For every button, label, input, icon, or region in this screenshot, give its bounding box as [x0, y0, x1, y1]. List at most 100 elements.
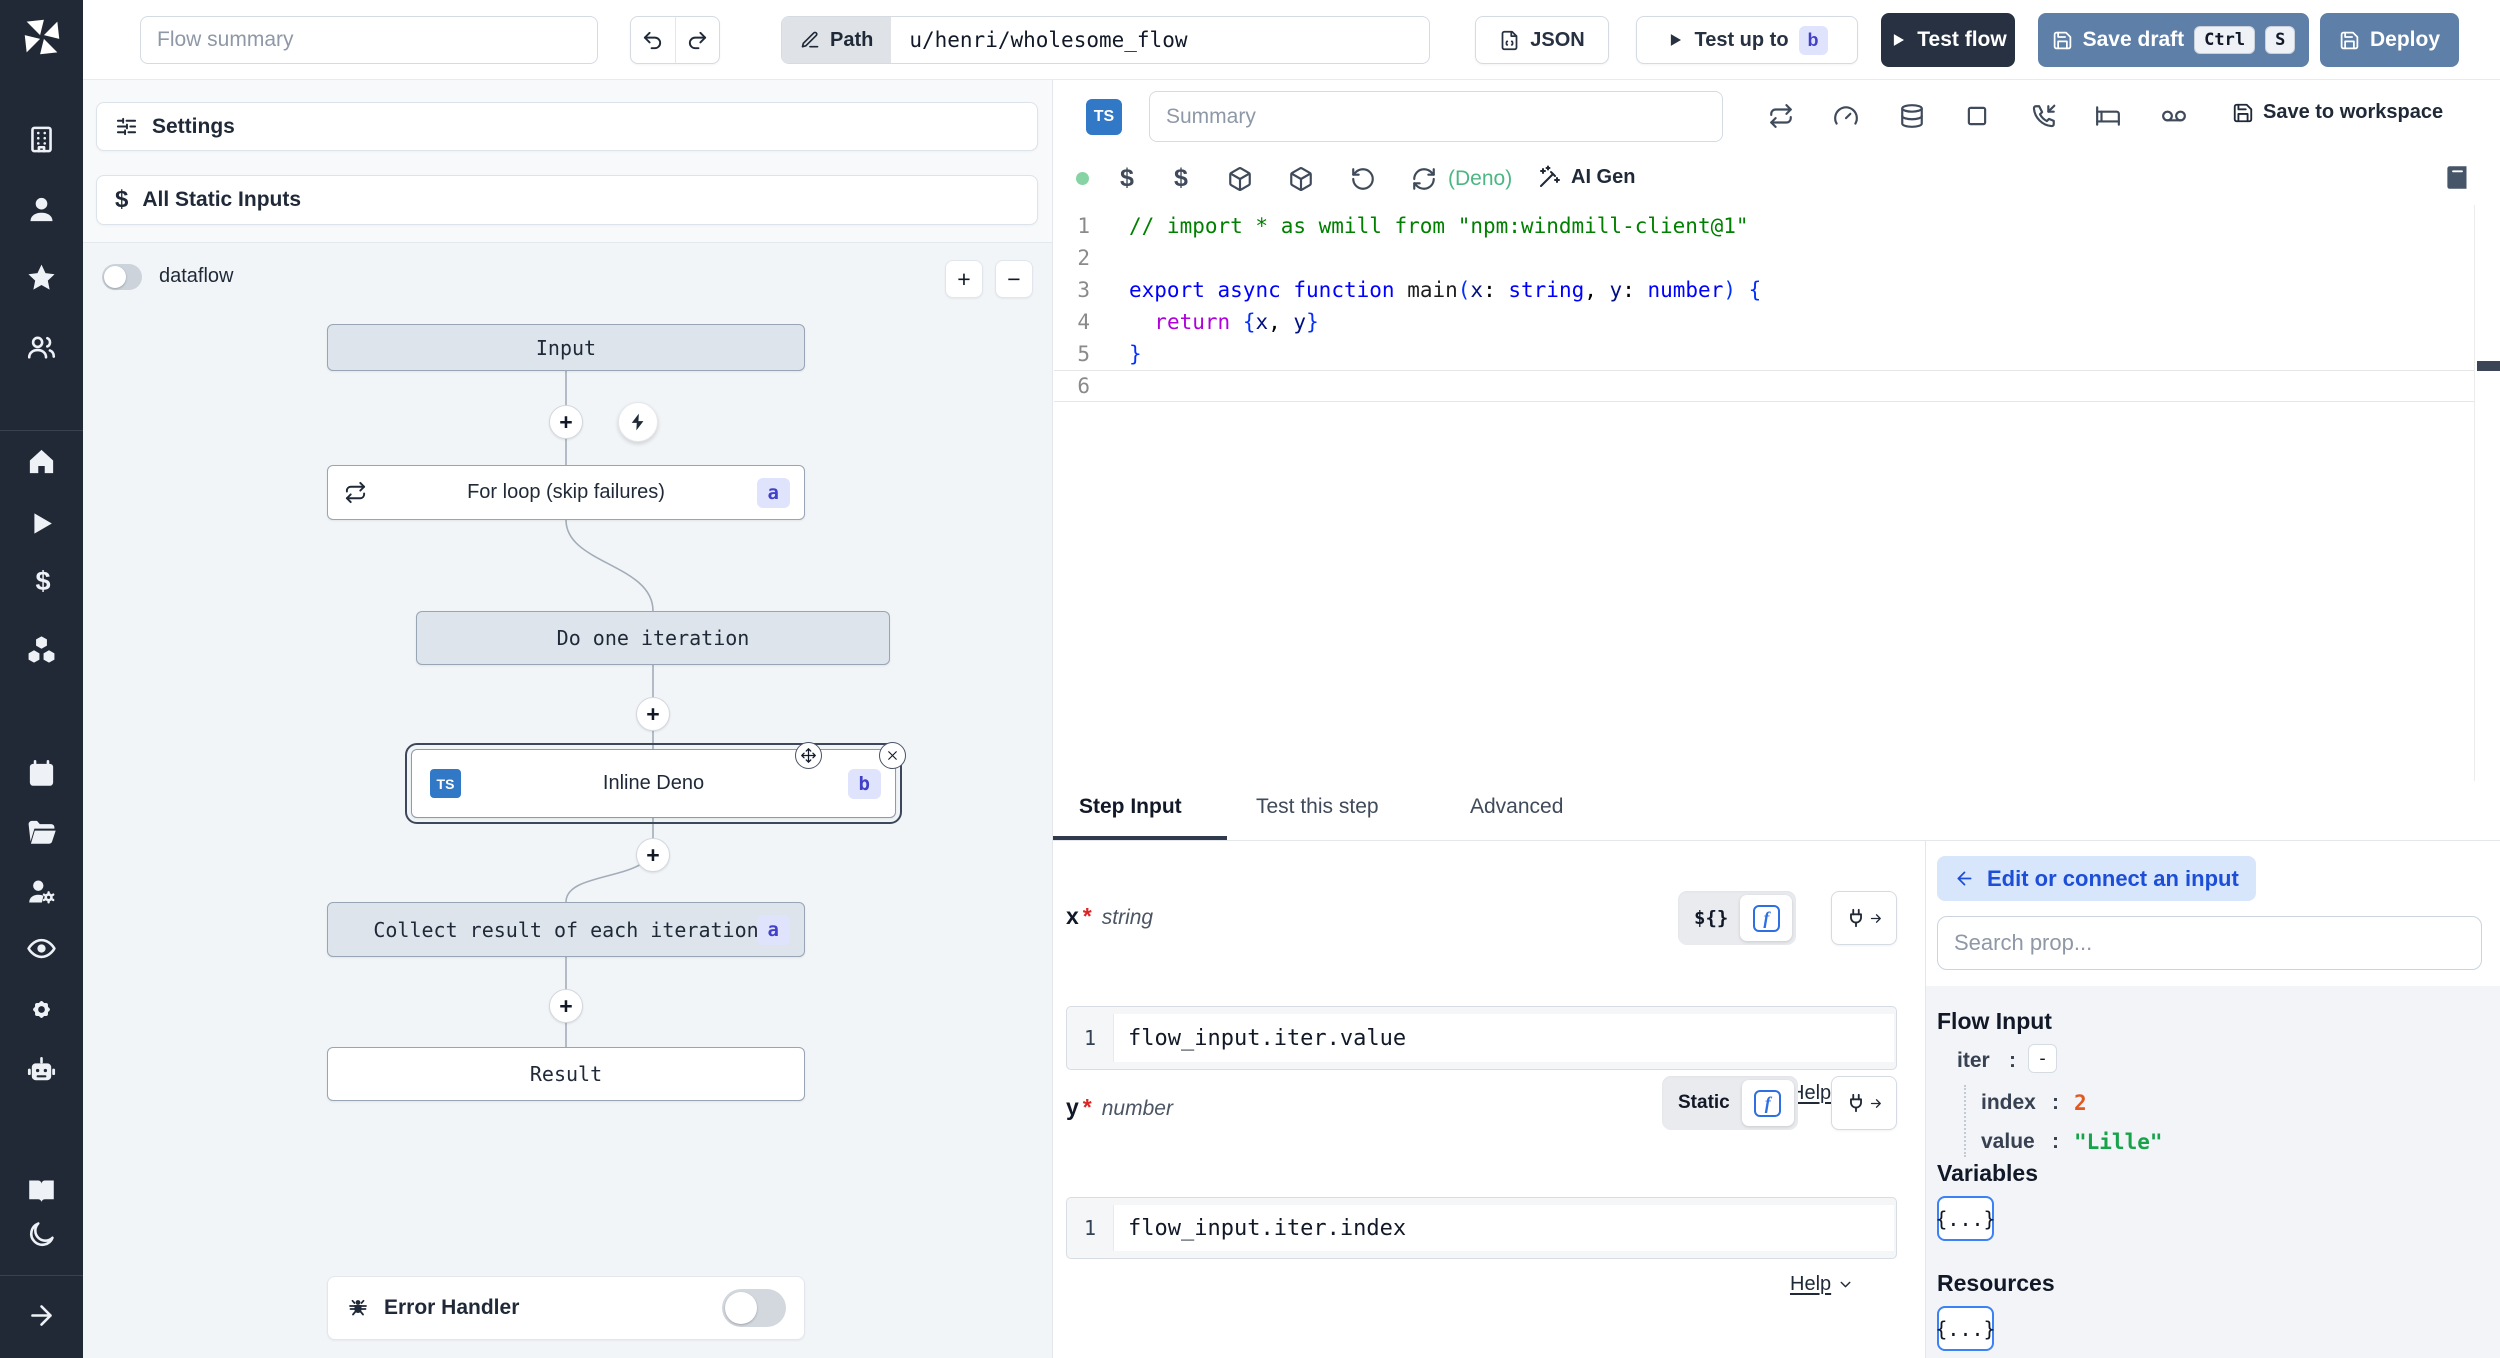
save-draft-button[interactable]: Save draft Ctrl S — [2038, 13, 2309, 67]
windmill-logo-icon[interactable] — [19, 14, 65, 60]
retry-repeat-icon[interactable] — [1768, 103, 1794, 129]
workspace-icon[interactable] — [26, 124, 57, 155]
folders-icon[interactable] — [26, 817, 57, 848]
error-handler-toggle[interactable] — [722, 1289, 786, 1327]
mode-javascript-option[interactable]: f — [1741, 1080, 1794, 1126]
flow-node-result[interactable]: Result — [327, 1047, 805, 1101]
resources-boxes-icon[interactable] — [26, 634, 57, 665]
y-help-link[interactable]: Help — [1790, 1273, 1854, 1296]
step-summary-input[interactable] — [1149, 91, 1723, 142]
favorites-star-icon[interactable] — [26, 262, 57, 293]
deploy-button[interactable]: Deploy — [2320, 13, 2459, 67]
zoom-out-button[interactable]: − — [995, 260, 1033, 298]
docs-book-icon[interactable] — [26, 1176, 57, 1207]
variables-expand-button[interactable]: {...} — [1935, 1196, 1996, 1241]
flow-node-do-one-iteration[interactable]: Do one iteration — [416, 611, 890, 665]
x-connect-plug-button[interactable] — [1831, 891, 1897, 945]
tree-value-value[interactable]: "Lille" — [2074, 1130, 2163, 1154]
tab-step-input[interactable]: Step Input — [1079, 795, 1182, 819]
variables-dollar-icon[interactable]: $ — [1174, 164, 1188, 193]
edit-or-connect-button[interactable]: Edit or connect an input — [1937, 856, 2256, 901]
tree-key-index[interactable]: index — [1981, 1091, 2036, 1115]
node-id-badge: a — [756, 914, 790, 945]
collapse-iter-button[interactable]: - — [2028, 1044, 2057, 1073]
flow-settings-button[interactable]: Settings — [96, 102, 1038, 151]
json-button[interactable]: JSON — [1475, 16, 1609, 64]
flow-summary-input[interactable] — [140, 16, 598, 64]
package-icon[interactable] — [1288, 166, 1314, 192]
kbd-s: S — [2265, 26, 2296, 54]
json-label: JSON — [1530, 28, 1585, 51]
early-stop-gauge-icon[interactable] — [1833, 103, 1859, 129]
search-prop-input[interactable] — [1937, 916, 2482, 970]
dark-mode-moon-icon[interactable] — [26, 1219, 57, 1250]
flow-node-collect-results[interactable]: Collect result of each iteration a — [327, 902, 805, 957]
tree-key-iter[interactable]: iter — [1957, 1049, 1990, 1073]
flow-node-forloop[interactable]: For loop (skip failures) a — [327, 465, 805, 520]
add-step-button[interactable]: + — [636, 838, 670, 872]
function-icon: f — [1754, 1089, 1782, 1117]
path-value[interactable]: u/henri/wholesome_flow — [891, 17, 1429, 63]
undo-button[interactable] — [631, 17, 675, 63]
package-icon[interactable] — [1227, 166, 1253, 192]
flow-node-inline-deno-selected[interactable]: TS Inline Deno b — [405, 743, 902, 824]
code-editor[interactable]: // import * as wmill from "npm:windmill-… — [1129, 210, 1761, 402]
x-expression-value[interactable]: flow_input.iter.value — [1113, 1014, 1894, 1062]
variables-dollar-icon[interactable]: $ — [28, 566, 58, 597]
add-step-button[interactable]: + — [549, 405, 583, 439]
y-expression-value[interactable]: flow_input.iter.index — [1113, 1205, 1894, 1251]
groups-icon[interactable] — [26, 332, 57, 363]
redo-button[interactable] — [674, 17, 719, 63]
mock-square-icon[interactable] — [1964, 103, 1990, 129]
x-expression-editor[interactable]: 1 flow_input.iter.value — [1066, 1006, 1897, 1070]
node-label: Inline Deno — [602, 772, 705, 794]
add-step-button[interactable]: + — [636, 697, 670, 731]
save-to-workspace-button[interactable]: Save to workspace — [2232, 101, 2443, 124]
y-expression-editor[interactable]: 1 flow_input.iter.index — [1066, 1197, 1897, 1259]
library-book-icon[interactable] — [2444, 164, 2471, 191]
test-up-to-button[interactable]: Test up to b — [1636, 16, 1858, 64]
y-input-mode-toggle[interactable]: Static f — [1662, 1076, 1798, 1130]
editor-scrollbar-track — [2474, 205, 2475, 781]
groups-admin-icon[interactable] — [26, 876, 57, 907]
reload-refresh-icon[interactable] — [1411, 166, 1437, 192]
ai-robot-icon[interactable] — [26, 1055, 57, 1086]
y-connect-plug-button[interactable] — [1831, 1076, 1897, 1130]
sleep-bed-icon[interactable] — [2095, 103, 2121, 129]
mode-javascript-option[interactable]: f — [1740, 895, 1793, 941]
audit-eye-icon[interactable] — [26, 933, 57, 964]
trigger-bolt-button[interactable] — [618, 402, 658, 442]
mode-template-option[interactable]: ${} — [1682, 907, 1740, 929]
add-step-button[interactable]: + — [549, 989, 583, 1023]
collapse-arrow-icon[interactable] — [26, 1300, 57, 1331]
move-node-handle[interactable] — [795, 742, 822, 769]
schedules-calendar-icon[interactable] — [26, 758, 57, 789]
vertical-divider[interactable] — [1052, 80, 1053, 1358]
horizontal-divider[interactable] — [1052, 840, 2500, 841]
settings-gear-icon[interactable] — [26, 994, 57, 1025]
static-inputs-dollar-icon[interactable]: $ — [1120, 164, 1134, 193]
home-icon[interactable] — [26, 446, 57, 477]
user-icon[interactable] — [26, 194, 57, 225]
runs-play-icon[interactable] — [26, 508, 57, 539]
tab-test-this-step[interactable]: Test this step — [1256, 795, 1379, 819]
tab-advanced[interactable]: Advanced — [1470, 795, 1563, 819]
tree-key-value[interactable]: value — [1981, 1130, 2035, 1154]
test-flow-button[interactable]: Test flow — [1881, 13, 2015, 67]
mode-static-option[interactable]: Static — [1666, 1092, 1742, 1114]
resources-expand-button[interactable]: {...} — [1935, 1306, 1996, 1351]
zoom-in-button[interactable]: + — [945, 260, 983, 298]
reset-rotate-ccw-icon[interactable] — [1350, 166, 1376, 192]
x-input-mode-toggle[interactable]: ${} f — [1678, 891, 1797, 945]
path-control[interactable]: Path u/henri/wholesome_flow — [781, 16, 1430, 64]
dataflow-toggle[interactable] — [102, 264, 142, 290]
voicemail-icon[interactable] — [2161, 103, 2187, 129]
delete-node-button[interactable] — [879, 742, 906, 769]
tree-value-index[interactable]: 2 — [2074, 1091, 2087, 1115]
cache-database-icon[interactable] — [1899, 103, 1925, 129]
flow-node-input[interactable]: Input — [327, 324, 805, 371]
all-static-inputs-button[interactable]: $ All Static Inputs — [96, 175, 1038, 225]
ai-gen-button[interactable]: AI Gen — [1538, 165, 1635, 189]
dataflow-label: dataflow — [159, 265, 234, 287]
suspend-phone-incoming-icon[interactable] — [2031, 103, 2057, 129]
